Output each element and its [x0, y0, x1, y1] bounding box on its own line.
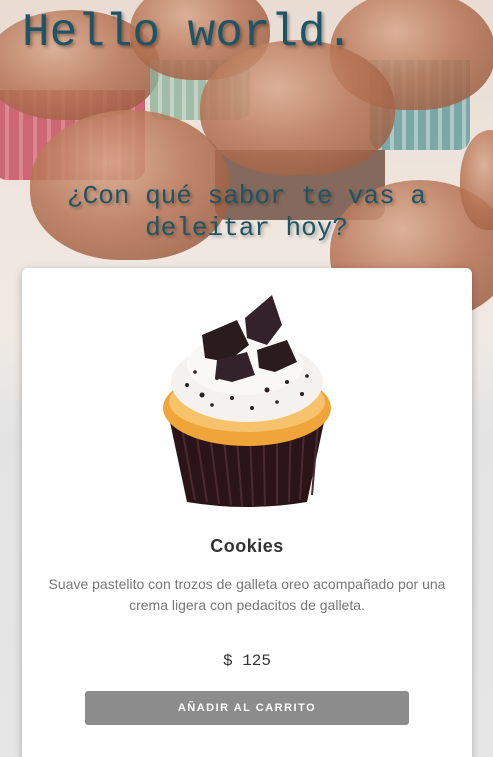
product-price: $ 125	[222, 652, 271, 670]
product-name: Cookies	[210, 536, 284, 556]
oreo-cupcake-image	[163, 295, 331, 507]
page: Hello world. ¿Con qué sabor te vas a del…	[0, 0, 493, 757]
product-description: Suave pastelito con trozos de galleta or…	[48, 576, 446, 613]
add-to-cart-button[interactable]: AÑADIR AL CARRITO	[85, 691, 409, 725]
page-subtitle: ¿Con qué sabor te vas a deleitar hoy?	[67, 181, 426, 243]
page-title: Hello world.	[22, 7, 354, 59]
product-card: Cookies Suave pastelito con trozos de ga…	[22, 268, 472, 757]
